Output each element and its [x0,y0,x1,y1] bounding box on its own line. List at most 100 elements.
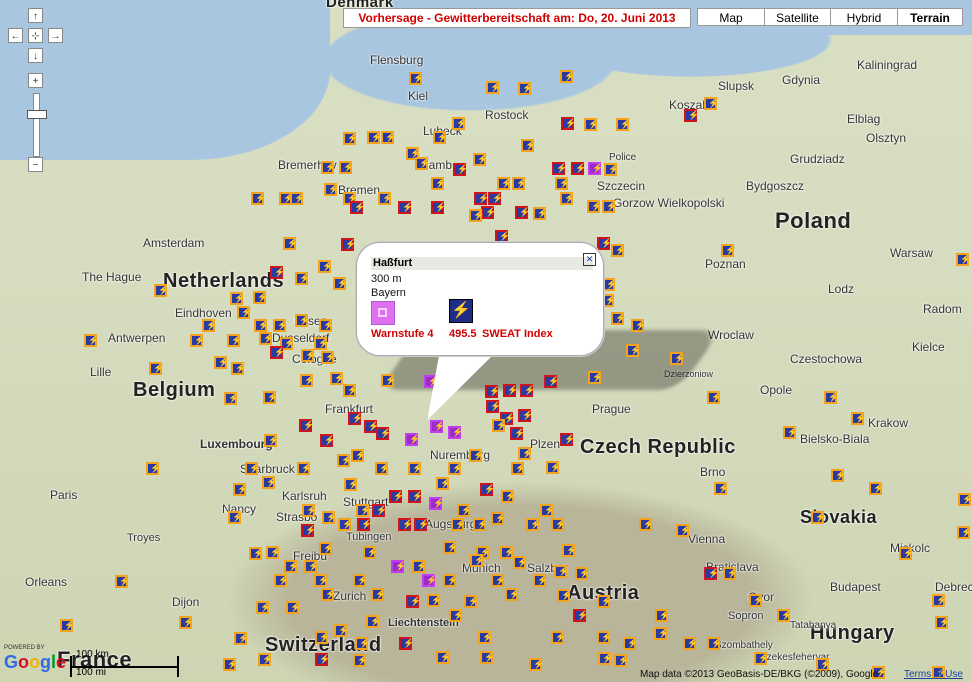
station-marker[interactable]: ⚡ [560,192,575,205]
station-marker[interactable]: ⚡ [958,493,972,506]
station-marker[interactable]: ⚡ [512,177,527,190]
station-marker[interactable]: ⚡ [314,574,329,587]
station-marker[interactable]: ⚡ [488,192,503,205]
station-marker[interactable]: ⚡ [626,344,641,357]
station-marker[interactable]: ⚡ [521,139,536,152]
station-marker[interactable]: ⚡ [443,574,458,587]
station-marker[interactable]: ⚡ [529,658,544,671]
station-marker[interactable]: ⚡ [406,595,421,608]
station-marker[interactable]: ⚡ [452,117,467,130]
station-marker[interactable]: ⚡ [321,351,336,364]
station-marker[interactable]: ⚡ [262,476,277,489]
station-marker[interactable]: ⚡ [491,574,506,587]
station-marker[interactable]: ⚡ [322,511,337,524]
station-marker[interactable]: ⚡ [631,319,646,332]
station-marker[interactable]: ⚡ [408,462,423,475]
station-marker[interactable]: ⚡ [266,546,281,559]
station-marker[interactable]: ⚡ [513,556,528,569]
station-marker[interactable]: ⚡ [503,384,518,397]
station-marker[interactable]: ⚡ [320,434,335,447]
station-marker[interactable]: ⚡ [749,594,764,607]
station-marker[interactable]: ⚡ [253,291,268,304]
station-marker[interactable]: ⚡ [562,544,577,557]
station-marker[interactable]: ⚡ [449,609,464,622]
station-marker[interactable]: ⚡ [227,334,242,347]
station-marker[interactable]: ⚡ [234,632,249,645]
zoom-slider-handle[interactable] [27,110,47,119]
station-marker[interactable]: ⚡ [486,81,501,94]
station-marker[interactable]: ⚡ [314,337,329,350]
station-marker[interactable]: ⚡ [611,312,626,325]
zoom-slider-track[interactable] [33,93,40,157]
station-marker[interactable]: ⚡ [149,362,164,375]
station-marker[interactable]: ⚡ [270,266,285,279]
station-marker[interactable]: ⚡ [491,512,506,525]
station-marker[interactable]: ⚡ [714,482,729,495]
station-marker[interactable]: ⚡ [614,654,629,667]
station-marker[interactable]: ⚡ [704,97,719,110]
station-marker[interactable]: ⚡ [571,162,586,175]
station-marker[interactable]: ⚡ [723,567,738,580]
station-marker[interactable]: ⚡ [233,483,248,496]
station-marker[interactable]: ⚡ [721,244,736,257]
station-marker[interactable]: ⚡ [831,469,846,482]
station-marker[interactable]: ⚡ [935,616,950,629]
station-marker[interactable]: ⚡ [473,518,488,531]
station-marker[interactable]: ⚡ [551,631,566,644]
station-marker[interactable]: ⚡ [389,490,404,503]
station-marker[interactable]: ⚡ [470,554,485,567]
station-marker[interactable]: ⚡ [343,384,358,397]
station-marker[interactable]: ⚡ [375,462,390,475]
station-marker[interactable]: ⚡ [597,595,612,608]
pan-center-icon[interactable]: ⊹ [28,28,43,43]
station-marker[interactable]: ⚡ [254,319,269,332]
station-marker[interactable]: ⚡ [353,654,368,667]
station-marker[interactable]: ⚡ [469,209,484,222]
station-marker[interactable]: ⚡ [783,426,798,439]
station-marker[interactable]: ⚡ [956,253,971,266]
station-marker[interactable]: ⚡ [391,560,406,573]
station-marker[interactable]: ⚡ [754,652,769,665]
station-marker[interactable]: ⚡ [811,511,826,524]
station-marker[interactable]: ⚡ [321,161,336,174]
station-marker[interactable]: ⚡ [544,375,559,388]
station-marker[interactable]: ⚡ [84,334,99,347]
station-marker[interactable]: ⚡ [448,426,463,439]
station-marker[interactable]: ⚡ [300,374,315,387]
station-marker[interactable]: ⚡ [704,567,719,580]
station-marker[interactable]: ⚡ [245,462,260,475]
station-marker[interactable]: ⚡ [376,427,391,440]
station-marker[interactable]: ⚡ [344,478,359,491]
pan-right-icon[interactable]: → [48,28,63,43]
station-marker[interactable]: ⚡ [318,260,333,273]
station-marker[interactable]: ⚡ [408,490,423,503]
station-marker[interactable]: ⚡ [557,589,572,602]
station-marker[interactable]: ⚡ [597,237,612,250]
station-marker[interactable]: ⚡ [259,332,274,345]
station-marker[interactable]: ⚡ [670,352,685,365]
station-marker[interactable]: ⚡ [526,518,541,531]
station-marker[interactable]: ⚡ [560,70,575,83]
station-marker[interactable]: ⚡ [355,637,370,650]
station-marker[interactable]: ⚡ [436,477,451,490]
station-marker[interactable]: ⚡ [378,192,393,205]
station-marker[interactable]: ⚡ [179,616,194,629]
station-marker[interactable]: ⚡ [371,588,386,601]
station-marker[interactable]: ⚡ [405,433,420,446]
station-marker[interactable]: ⚡ [264,434,279,447]
station-marker[interactable]: ⚡ [777,609,792,622]
station-marker[interactable]: ⚡ [515,206,530,219]
station-marker[interactable]: ⚡ [478,631,493,644]
pan-up-icon[interactable]: ↑ [28,8,43,23]
station-marker[interactable]: ⚡ [351,449,366,462]
station-marker[interactable]: ⚡ [500,546,515,559]
station-marker[interactable]: ⚡ [273,319,288,332]
station-marker[interactable]: ⚡ [707,391,722,404]
station-marker[interactable]: ⚡ [251,192,266,205]
station-marker[interactable]: ⚡ [258,653,273,666]
station-marker[interactable]: ⚡ [290,192,305,205]
station-marker[interactable]: ⚡ [315,631,330,644]
station-marker[interactable]: ⚡ [366,615,381,628]
station-marker[interactable]: ⚡ [301,524,316,537]
station-marker[interactable]: ⚡ [869,482,884,495]
